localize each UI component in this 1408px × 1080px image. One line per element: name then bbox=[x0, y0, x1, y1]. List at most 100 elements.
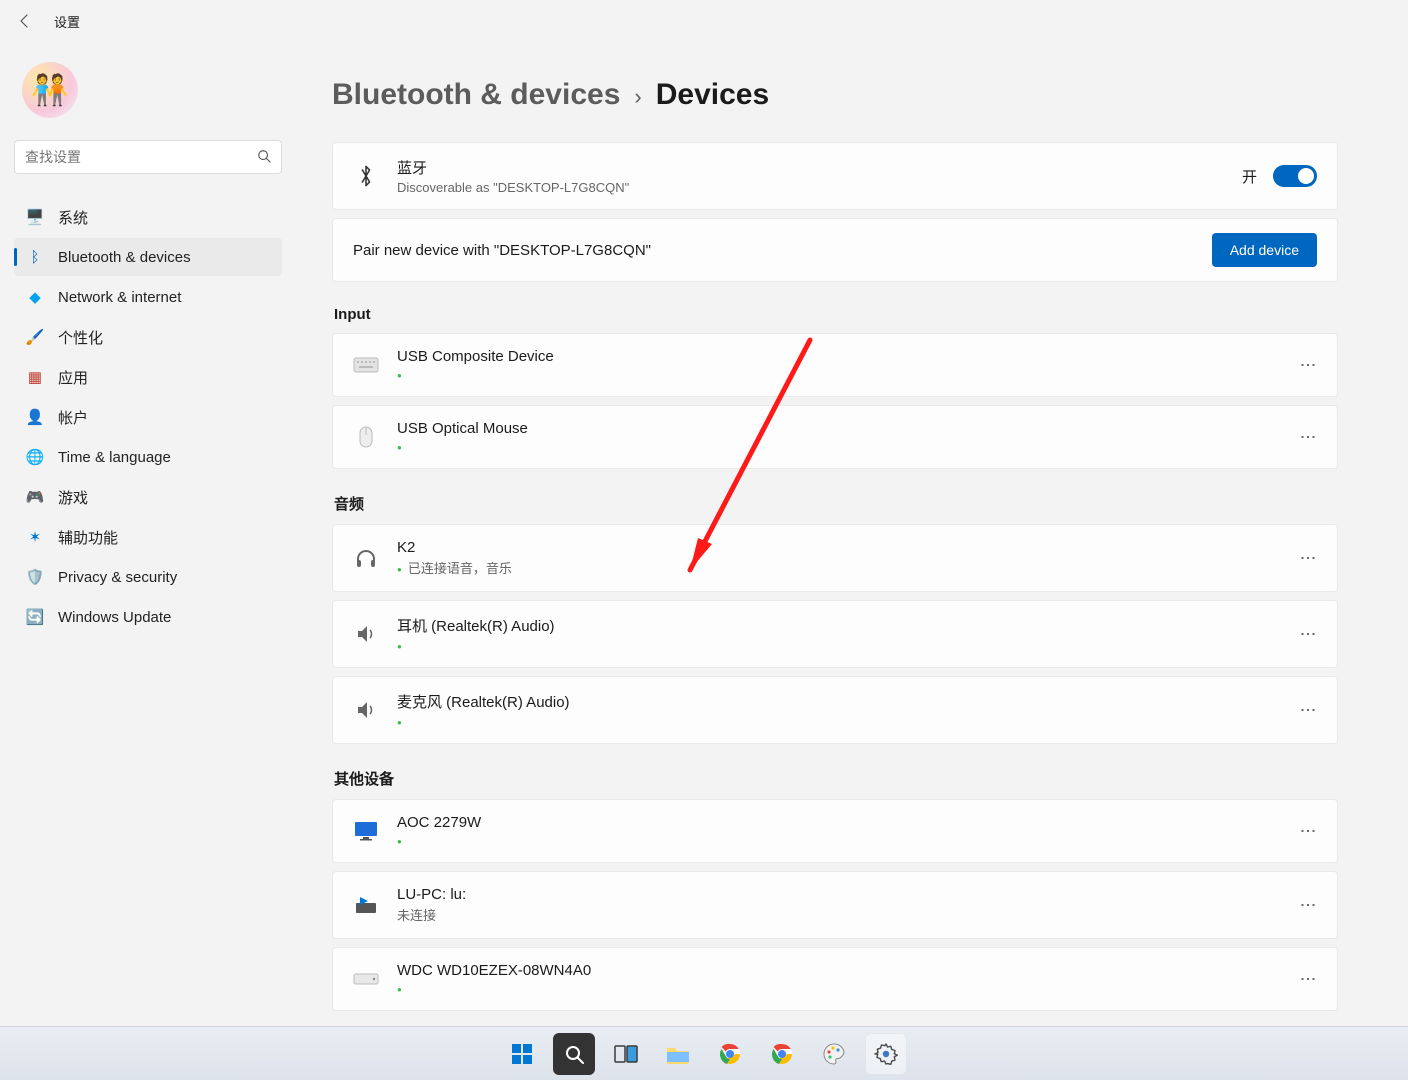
sidebar-item-1[interactable]: ᛒBluetooth & devices bbox=[14, 238, 282, 276]
search-icon bbox=[257, 149, 271, 166]
taskbar-paint[interactable] bbox=[813, 1033, 855, 1075]
sidebar-item-label: Network & internet bbox=[58, 289, 181, 306]
device-status bbox=[397, 367, 1275, 382]
section-title-input: Input bbox=[334, 306, 1338, 323]
nav-icon: 🖌️ bbox=[26, 328, 44, 346]
taskbar-taskview[interactable] bbox=[605, 1033, 647, 1075]
device-card-other-0[interactable]: AOC 2279W ⋮ bbox=[332, 799, 1338, 863]
device-card-audio-1[interactable]: 耳机 (Realtek(R) Audio) ⋮ bbox=[332, 600, 1338, 668]
more-icon[interactable]: ⋮ bbox=[1293, 357, 1317, 373]
more-icon[interactable]: ⋮ bbox=[1293, 626, 1317, 642]
sidebar-item-9[interactable]: 🛡️Privacy & security bbox=[14, 558, 282, 596]
monitor-icon bbox=[353, 818, 379, 844]
sidebar-item-4[interactable]: ▦ 应用 bbox=[14, 358, 282, 396]
nav-icon: ◆ bbox=[26, 288, 44, 306]
device-card-other-2[interactable]: WDC WD10EZEX-08WN4A0 ⋮ bbox=[332, 947, 1338, 1011]
sidebar-item-label: 个性化 bbox=[58, 327, 103, 348]
sidebar-item-7[interactable]: 🎮 游戏 bbox=[14, 478, 282, 516]
device-status: 已连接语音，音乐 bbox=[397, 558, 1275, 577]
more-icon[interactable]: ⋮ bbox=[1293, 550, 1317, 566]
taskbar bbox=[0, 1026, 1408, 1080]
mouse-icon bbox=[353, 424, 379, 450]
headphones-icon bbox=[353, 545, 379, 571]
chevron-right-icon: › bbox=[634, 84, 641, 110]
bluetooth-card: 蓝牙 Discoverable as "DESKTOP-L7G8CQN" 开 bbox=[332, 142, 1338, 210]
breadcrumb-parent[interactable]: Bluetooth & devices bbox=[332, 78, 620, 112]
main-content: Bluetooth & devices › Devices 蓝牙 Discove… bbox=[296, 42, 1408, 1026]
breadcrumb-current: Devices bbox=[656, 78, 769, 112]
nav-icon: ✶ bbox=[26, 528, 44, 546]
speaker-icon bbox=[353, 697, 379, 723]
sidebar-item-5[interactable]: 👤 帐户 bbox=[14, 398, 282, 436]
nav-icon: ▦ bbox=[26, 368, 44, 386]
device-status bbox=[397, 833, 1275, 848]
back-icon[interactable] bbox=[16, 12, 34, 30]
nav-icon: 🎮 bbox=[26, 488, 44, 506]
taskbar-search[interactable] bbox=[553, 1033, 595, 1075]
device-name: USB Composite Device bbox=[397, 348, 1275, 365]
taskbar-start[interactable] bbox=[501, 1033, 543, 1075]
sidebar-item-3[interactable]: 🖌️ 个性化 bbox=[14, 318, 282, 356]
taskbar-chrome1[interactable] bbox=[709, 1033, 751, 1075]
sidebar-item-label: Privacy & security bbox=[58, 569, 177, 586]
sidebar-item-0[interactable]: 🖥️ 系统 bbox=[14, 198, 282, 236]
bluetooth-toggle[interactable] bbox=[1273, 165, 1317, 187]
window-title: 设置 bbox=[54, 12, 80, 31]
more-icon[interactable]: ⋮ bbox=[1293, 897, 1317, 913]
nav-icon: 🌐 bbox=[26, 448, 44, 466]
sidebar-item-10[interactable]: 🔄 Windows Update bbox=[14, 598, 282, 636]
bluetooth-state-label: 开 bbox=[1242, 166, 1257, 187]
device-name: 耳机 (Realtek(R) Audio) bbox=[397, 615, 1275, 636]
breadcrumb: Bluetooth & devices › Devices bbox=[332, 78, 1338, 112]
device-name: AOC 2279W bbox=[397, 814, 1275, 831]
sidebar-item-2[interactable]: ◆ Network & internet bbox=[14, 278, 282, 316]
sidebar-item-label: Windows Update bbox=[58, 609, 171, 626]
sidebar-item-label: 帐户 bbox=[58, 407, 88, 428]
nav-icon: 🔄 bbox=[26, 608, 44, 626]
taskbar-explorer[interactable] bbox=[657, 1033, 699, 1075]
more-icon[interactable]: ⋮ bbox=[1293, 702, 1317, 718]
more-icon[interactable]: ⋮ bbox=[1293, 823, 1317, 839]
sidebar-item-8[interactable]: ✶ 辅助功能 bbox=[14, 518, 282, 556]
section-title-other: 其他设备 bbox=[334, 768, 1338, 789]
media-icon bbox=[353, 892, 379, 918]
taskbar-chrome2[interactable] bbox=[761, 1033, 803, 1075]
keyboard-icon bbox=[353, 352, 379, 378]
nav-icon: 👤 bbox=[26, 408, 44, 426]
speaker-icon bbox=[353, 621, 379, 647]
device-status: 未连接 bbox=[397, 905, 1275, 924]
device-card-audio-2[interactable]: 麦克风 (Realtek(R) Audio) ⋮ bbox=[332, 676, 1338, 744]
nav-icon: 🖥️ bbox=[26, 208, 44, 226]
sidebar-item-label: Time & language bbox=[58, 449, 171, 466]
sidebar-item-6[interactable]: 🌐 Time & language bbox=[14, 438, 282, 476]
sidebar-item-label: 应用 bbox=[58, 367, 88, 388]
device-name: WDC WD10EZEX-08WN4A0 bbox=[397, 962, 1275, 979]
nav-list: 🖥️ 系统 ᛒBluetooth & devices ◆ Network & inter… bbox=[14, 198, 282, 636]
search-placeholder: 查找设置 bbox=[25, 147, 81, 167]
bluetooth-icon bbox=[353, 163, 379, 189]
pair-text: Pair new device with "DESKTOP-L7G8CQN" bbox=[353, 242, 651, 259]
sidebar-item-label: 游戏 bbox=[58, 487, 88, 508]
device-status bbox=[397, 439, 1275, 454]
titlebar: 设置 bbox=[0, 0, 1408, 42]
device-name: USB Optical Mouse bbox=[397, 420, 1275, 437]
device-status bbox=[397, 981, 1275, 996]
device-card-input-1[interactable]: USB Optical Mouse ⋮ bbox=[332, 405, 1338, 469]
sidebar-item-label: 辅助功能 bbox=[58, 527, 118, 548]
avatar[interactable]: 🧑‍🤝‍🧑 bbox=[22, 62, 78, 118]
more-icon[interactable]: ⋮ bbox=[1293, 971, 1317, 987]
more-icon[interactable]: ⋮ bbox=[1293, 429, 1317, 445]
device-card-audio-0[interactable]: K2 已连接语音，音乐 ⋮ bbox=[332, 524, 1338, 592]
section-title-audio: 音频 bbox=[334, 493, 1338, 514]
device-name: LU-PC: lu: bbox=[397, 886, 1275, 903]
taskbar-settings[interactable] bbox=[865, 1033, 907, 1075]
device-card-other-1[interactable]: LU-PC: lu: 未连接 ⋮ bbox=[332, 871, 1338, 939]
search-input[interactable]: 查找设置 bbox=[14, 140, 282, 174]
device-name: 麦克风 (Realtek(R) Audio) bbox=[397, 691, 1275, 712]
bluetooth-subtitle: Discoverable as "DESKTOP-L7G8CQN" bbox=[397, 180, 1224, 195]
device-name: K2 bbox=[397, 539, 1275, 556]
nav-icon: ᛒ bbox=[26, 248, 44, 266]
add-device-button[interactable]: Add device bbox=[1212, 233, 1317, 267]
device-card-input-0[interactable]: USB Composite Device ⋮ bbox=[332, 333, 1338, 397]
sidebar-item-label: 系统 bbox=[58, 207, 88, 228]
